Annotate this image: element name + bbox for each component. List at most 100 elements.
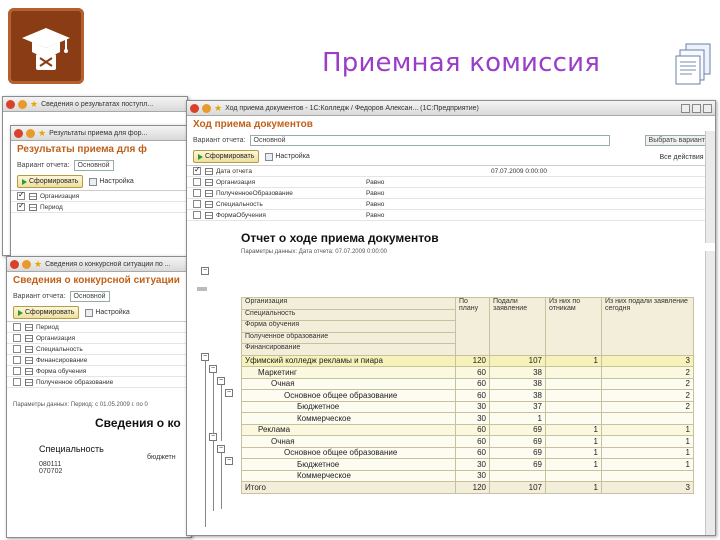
settings-button[interactable]: Настройка [89,177,134,186]
row-value: 2 [601,389,694,402]
app-icon [6,99,15,109]
maximize-button[interactable] [692,103,701,113]
settings-row[interactable]: Полученное образование [7,377,191,388]
settings-row[interactable]: Финансирование [7,355,191,366]
collapse-icon[interactable]: − [217,377,225,385]
table-row[interactable]: Уфимский колледж рекламы и пиара 120 107 1 3 [241,354,694,367]
row-value: 3 [601,481,694,494]
back-icon[interactable] [202,103,211,113]
row-checkbox[interactable] [13,356,21,364]
collapse-icon[interactable]: − [201,353,209,361]
collapse-icon[interactable]: − [225,389,233,397]
report-title: Отчет о ходе приема документов [241,231,439,245]
window-titlebar[interactable]: ★ Сведения о конкурсной ситуации по ... [7,257,191,272]
report-scrollbar[interactable] [705,251,715,535]
column-subheader: бюджетн [147,454,176,461]
window-document-intake[interactable]: ★ Ход приема документов - 1С:Колледж / Ф… [186,100,716,536]
field-icon [205,211,213,219]
row-name: Маркетинг [241,366,456,379]
table-row[interactable]: Коммерческое 30 1 [241,412,694,425]
settings-row[interactable]: Организация [7,333,191,344]
row-name: Очная [241,377,456,390]
grouping-label: Специальность [241,308,456,321]
all-actions-menu[interactable]: Все действия ▾ [660,153,709,161]
row-checkbox[interactable] [13,345,21,353]
star-icon[interactable]: ★ [34,259,42,269]
row-checkbox[interactable] [13,334,21,342]
row-checkbox[interactable] [193,200,201,208]
table-row[interactable]: Бюджетное 30 69 1 1 [241,458,694,471]
settings-row[interactable]: Дата отчета 07.07.2009 0:00:00 [187,165,715,177]
settings-row[interactable]: ПолученноеОбразование Равно [187,188,715,199]
table-row[interactable]: Основное общее образование 60 38 2 [241,389,694,402]
settings-row[interactable]: Организация Равно [187,177,715,188]
collapse-icon[interactable]: − [209,365,217,373]
row-checkbox[interactable] [193,165,201,175]
field-icon [25,334,33,342]
row-checkbox[interactable] [17,190,25,200]
settings-row[interactable]: Форма обучения [7,366,191,377]
column-header: По плану [455,297,490,356]
window-titlebar[interactable]: ★ Результаты приема для фор... [11,126,187,141]
window-title: Сведения о результатах поступл... [41,100,154,108]
table-row[interactable]: Основное общее образование 60 69 1 1 [241,446,694,459]
generate-button[interactable]: Сформировать [193,150,260,163]
table-row[interactable]: Маркетинг 60 38 2 [241,366,694,379]
table-row[interactable]: Очная 60 69 1 1 [241,435,694,448]
settings-row[interactable]: Период [11,201,187,213]
back-icon[interactable] [18,99,27,109]
collapse-icon[interactable]: − [201,267,209,275]
row-checkbox[interactable] [193,178,201,186]
field-icon [25,378,33,386]
row-value: 2 [601,366,694,379]
variant-field[interactable]: Основной [73,160,114,171]
row-checkbox[interactable] [193,211,201,219]
back-icon[interactable] [26,128,35,138]
close-button[interactable] [703,103,712,113]
table-row[interactable]: Бюджетное 30 37 2 [241,400,694,413]
table-row[interactable]: Очная 60 38 2 [241,377,694,390]
row-value: 30 [455,469,490,482]
variant-field[interactable]: Основной [69,291,110,302]
row-value: 107 [489,481,546,494]
settings-scrollbar[interactable] [705,131,715,243]
row-checkbox[interactable] [13,323,21,331]
row-value: 3 [601,354,694,367]
window-titlebar[interactable]: ★ Сведения о результатах поступл... [3,97,187,112]
table-row[interactable]: Реклама 60 69 1 1 [241,423,694,436]
table-row[interactable]: Коммерческое 30 [241,469,694,482]
row-checkbox[interactable] [17,201,25,211]
generate-button[interactable]: Сформировать [17,175,84,188]
settings-row[interactable]: Период [7,322,191,333]
variant-field[interactable]: Основной [249,135,610,146]
window-competition-info[interactable]: ★ Сведения о конкурсной ситуации по ... … [6,256,192,538]
choose-variant-button[interactable]: Выбрать вариант [644,135,709,146]
settings-row[interactable]: Организация [11,190,187,202]
back-icon[interactable] [22,259,31,269]
settings-button[interactable]: Настройка [85,308,130,317]
total-row[interactable]: Итого 120 107 1 3 [241,481,694,494]
row-checkbox[interactable] [13,378,21,386]
window-titlebar[interactable]: ★ Ход приема документов - 1С:Колледж / Ф… [187,101,715,116]
row-value: 1 [545,481,602,494]
play-icon [18,309,23,316]
collapse-icon[interactable]: − [225,457,233,465]
row-checkbox[interactable] [13,367,21,375]
settings-row[interactable]: ФормаОбучения Равно [187,210,715,221]
star-icon[interactable]: ★ [38,128,46,138]
settings-button[interactable]: Настройка [265,152,310,161]
collapse-icon[interactable]: − [209,433,217,441]
settings-row[interactable]: Специальность Равно [187,199,715,210]
settings-row[interactable]: Специальность [7,344,191,355]
play-icon [198,153,203,160]
star-icon[interactable]: ★ [214,103,222,113]
row-checkbox[interactable] [193,189,201,197]
star-icon[interactable]: ★ [30,99,38,109]
generate-button[interactable]: Сформировать [13,306,80,319]
field-icon [25,345,33,353]
minimize-button[interactable] [681,103,690,113]
row-value: 60 [455,377,490,390]
collapse-icon[interactable]: − [217,445,225,453]
window-admission-results[interactable]: ★ Результаты приема для фор... Результат… [10,125,188,265]
field-icon [205,189,213,197]
